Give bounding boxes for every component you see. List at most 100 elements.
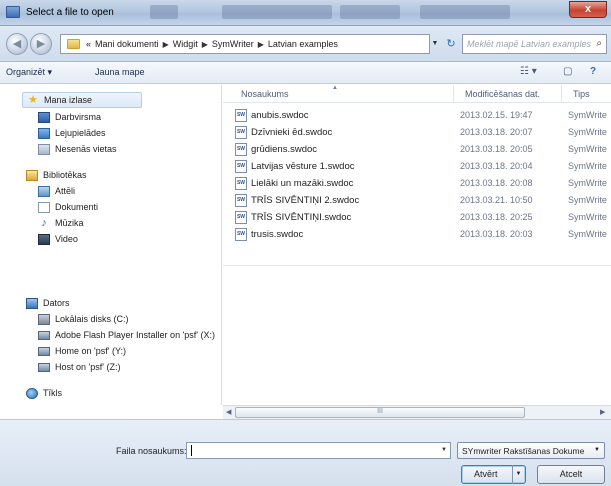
file-date: 2013.02.15. 19:47 [460,110,533,120]
breadcrumb-item[interactable]: Mani dokumenti [95,39,159,49]
file-type: SymWrite [568,110,607,120]
nav-item-music[interactable]: ♪ Mūzika [38,215,84,231]
blurred-background [150,5,178,19]
new-folder-button[interactable]: Jauna mape [95,67,145,77]
nav-label: Video [55,234,78,244]
file-name: Lielāki un mazāki.swdoc [251,178,354,189]
cancel-button[interactable]: Atcelt [537,465,605,484]
refresh-icon[interactable]: ↻ [443,34,459,54]
horizontal-scrollbar[interactable]: ◀ III ▶ [223,405,611,419]
filename-input[interactable]: ▼ [186,442,451,459]
blurred-background [222,5,332,19]
file-row[interactable]: SW Latvijas vēsture 1.swdoc 2013.03.18. … [223,158,611,175]
nav-item-network-drive[interactable]: Home on 'psf' (Y:) [38,343,126,359]
nav-label: Bibliotēkas [43,170,87,180]
column-divider[interactable] [453,85,454,103]
close-icon: x [584,3,592,15]
nav-item-recent[interactable]: Nesenās vietas [38,141,117,157]
file-type: SymWrite [568,229,607,239]
filename-dropdown-icon[interactable]: ▼ [438,443,450,458]
nav-network[interactable]: Tīkls [26,385,62,401]
column-header-type[interactable]: Tips [573,89,590,99]
organize-button[interactable]: Organizēt ▾ [6,67,52,78]
chevron-down-icon: ▼ [594,447,600,453]
file-row[interactable]: SW TRĪS SIVĒNTIŅI.swdoc 2013.03.18. 20:2… [223,209,611,226]
scroll-left-icon[interactable]: ◀ [226,408,231,416]
back-button[interactable]: ◀ [6,33,28,55]
nav-item-pictures[interactable]: Attēli [38,183,75,199]
file-type: SymWrite [568,144,607,154]
column-header-date[interactable]: Modificēšanas dat. [465,89,540,99]
nav-libraries[interactable]: Bibliotēkas [26,167,87,183]
nav-label: Lejupielādes [55,128,106,138]
breadcrumb-item[interactable]: Widgit [173,39,198,49]
nav-label: Lokālais disks (C:) [55,314,129,324]
file-date: 2013.03.18. 20:08 [460,178,533,188]
breadcrumb[interactable]: « Mani dokumenti ▶ Widgit ▶ SymWriter ▶ … [60,34,430,54]
nav-favorites[interactable]: ★ Mana izlase [22,92,142,108]
nav-computer[interactable]: Dators [26,295,70,311]
sort-ascending-icon: ▲ [332,85,338,91]
navigation-pane: ★ Mana izlase Darbvirsma Lejupielādes Ne… [0,85,222,405]
file-type: SymWrite [568,127,607,137]
file-date: 2013.03.18. 20:25 [460,212,533,222]
open-split-dropdown-icon[interactable]: ▼ [512,465,524,484]
network-icon [26,387,38,399]
file-type: SymWrite [568,178,607,188]
column-header-name[interactable]: Nosaukums [241,89,289,99]
search-input[interactable]: Meklēt mapē Latvian examples ⌕ [462,34,607,54]
documents-icon [38,201,50,213]
swdoc-file-icon: SW [235,126,247,139]
nav-label: Mūzika [55,218,84,228]
file-date: 2013.03.18. 20:03 [460,229,533,239]
breadcrumb-separator-icon[interactable]: ▶ [202,40,208,49]
breadcrumb-item[interactable]: SymWriter [212,39,254,49]
nav-label: Nesenās vietas [55,144,117,154]
music-icon: ♪ [41,216,47,229]
breadcrumb-separator-icon[interactable]: ▶ [258,40,264,49]
nav-item-desktop[interactable]: Darbvirsma [38,109,101,125]
star-icon: ★ [28,94,38,106]
file-row[interactable]: SW Dzīvnieki ēd.swdoc 2013.03.18. 20:07 … [223,124,611,141]
pictures-icon [38,185,50,197]
close-button[interactable]: x [569,1,607,18]
address-dropdown-icon[interactable]: ▼ [428,34,442,54]
filetype-select[interactable]: SYmwriter Rakstīšanas Dokume ▼ [457,442,605,459]
nav-item-documents[interactable]: Dokumenti [38,199,98,215]
blurred-background [420,5,510,19]
nav-label: Darbvirsma [55,112,102,122]
breadcrumb-item[interactable]: Latvian examples [268,39,338,49]
help-icon[interactable]: ? [590,66,596,77]
downloads-icon [38,127,50,139]
nav-item-network-drive[interactable]: Adobe Flash Player Installer on 'psf' (X… [38,327,215,343]
file-row[interactable]: SW trusis.swdoc 2013.03.18. 20:03 SymWri… [223,226,611,243]
file-name: trusis.swdoc [251,229,304,240]
nav-item-video[interactable]: Video [38,231,78,247]
nav-item-downloads[interactable]: Lejupielādes [38,125,106,141]
nav-label: Adobe Flash Player Installer on 'psf' (X… [55,330,216,340]
preview-pane-icon[interactable]: ▢ [563,66,572,77]
scroll-right-icon[interactable]: ▶ [600,408,605,416]
breadcrumb-separator-icon[interactable]: ▶ [163,40,169,49]
scrollbar-thumb[interactable]: III [235,407,525,418]
network-drive-icon [38,330,50,340]
forward-button[interactable]: ▶ [30,33,52,55]
breadcrumb-overflow[interactable]: « [86,39,91,49]
computer-icon [26,297,38,309]
view-options-icon[interactable]: ☷ ▾ [520,66,537,77]
column-divider[interactable] [561,85,562,103]
video-icon [38,233,50,245]
file-name: grūdiens.swdoc [251,144,318,155]
file-list-empty-area[interactable] [223,265,611,390]
file-row[interactable]: SW grūdiens.swdoc 2013.03.18. 20:05 SymW… [223,141,611,158]
file-row[interactable]: SW anubis.swdoc 2013.02.15. 19:47 SymWri… [223,107,611,124]
nav-item-network-drive[interactable]: Host on 'psf' (Z:) [38,359,120,375]
swdoc-file-icon: SW [235,143,247,156]
file-row[interactable]: SW Lielāki un mazāki.swdoc 2013.03.18. 2… [223,175,611,192]
nav-label: Dators [43,298,70,308]
search-icon[interactable]: ⌕ [596,38,602,49]
nav-item-local-disk[interactable]: Lokālais disks (C:) [38,311,129,327]
file-name: TRĪS SIVĒNTIŅI 2.swdoc [251,195,360,206]
folder-icon [67,39,80,49]
file-row[interactable]: SW TRĪS SIVĒNTIŅI 2.swdoc 2013.03.21. 10… [223,192,611,209]
